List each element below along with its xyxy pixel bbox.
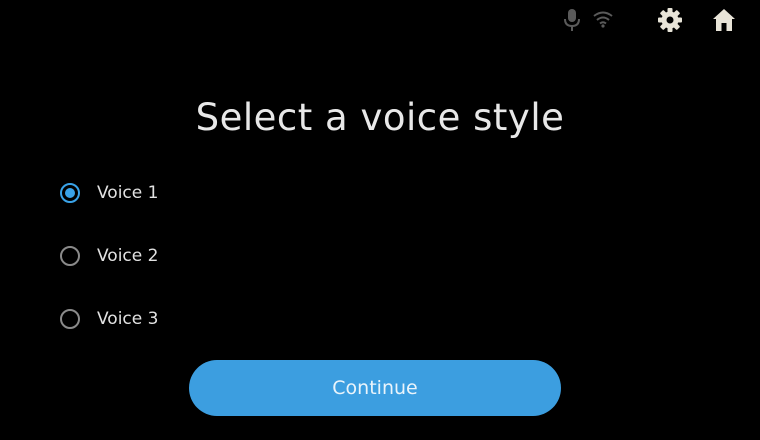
radio-button[interactable] <box>60 309 80 329</box>
continue-button[interactable]: Continue <box>189 360 561 416</box>
home-icon[interactable] <box>710 6 738 34</box>
radio-button[interactable] <box>60 246 80 266</box>
gear-icon[interactable] <box>656 6 684 34</box>
voice-option-label: Voice 2 <box>97 246 159 266</box>
status-bar <box>0 0 760 40</box>
wifi-icon <box>592 10 614 28</box>
voice-option-2[interactable]: Voice 2 <box>60 236 158 276</box>
mic-icon <box>562 8 582 32</box>
page-title: Select a voice style <box>195 96 565 139</box>
voice-option-label: Voice 1 <box>97 183 159 203</box>
voice-option-1[interactable]: Voice 1 <box>60 173 158 213</box>
voice-option-3[interactable]: Voice 3 <box>60 299 158 339</box>
radio-button-selected[interactable] <box>60 183 80 203</box>
voice-option-label: Voice 3 <box>97 309 159 329</box>
